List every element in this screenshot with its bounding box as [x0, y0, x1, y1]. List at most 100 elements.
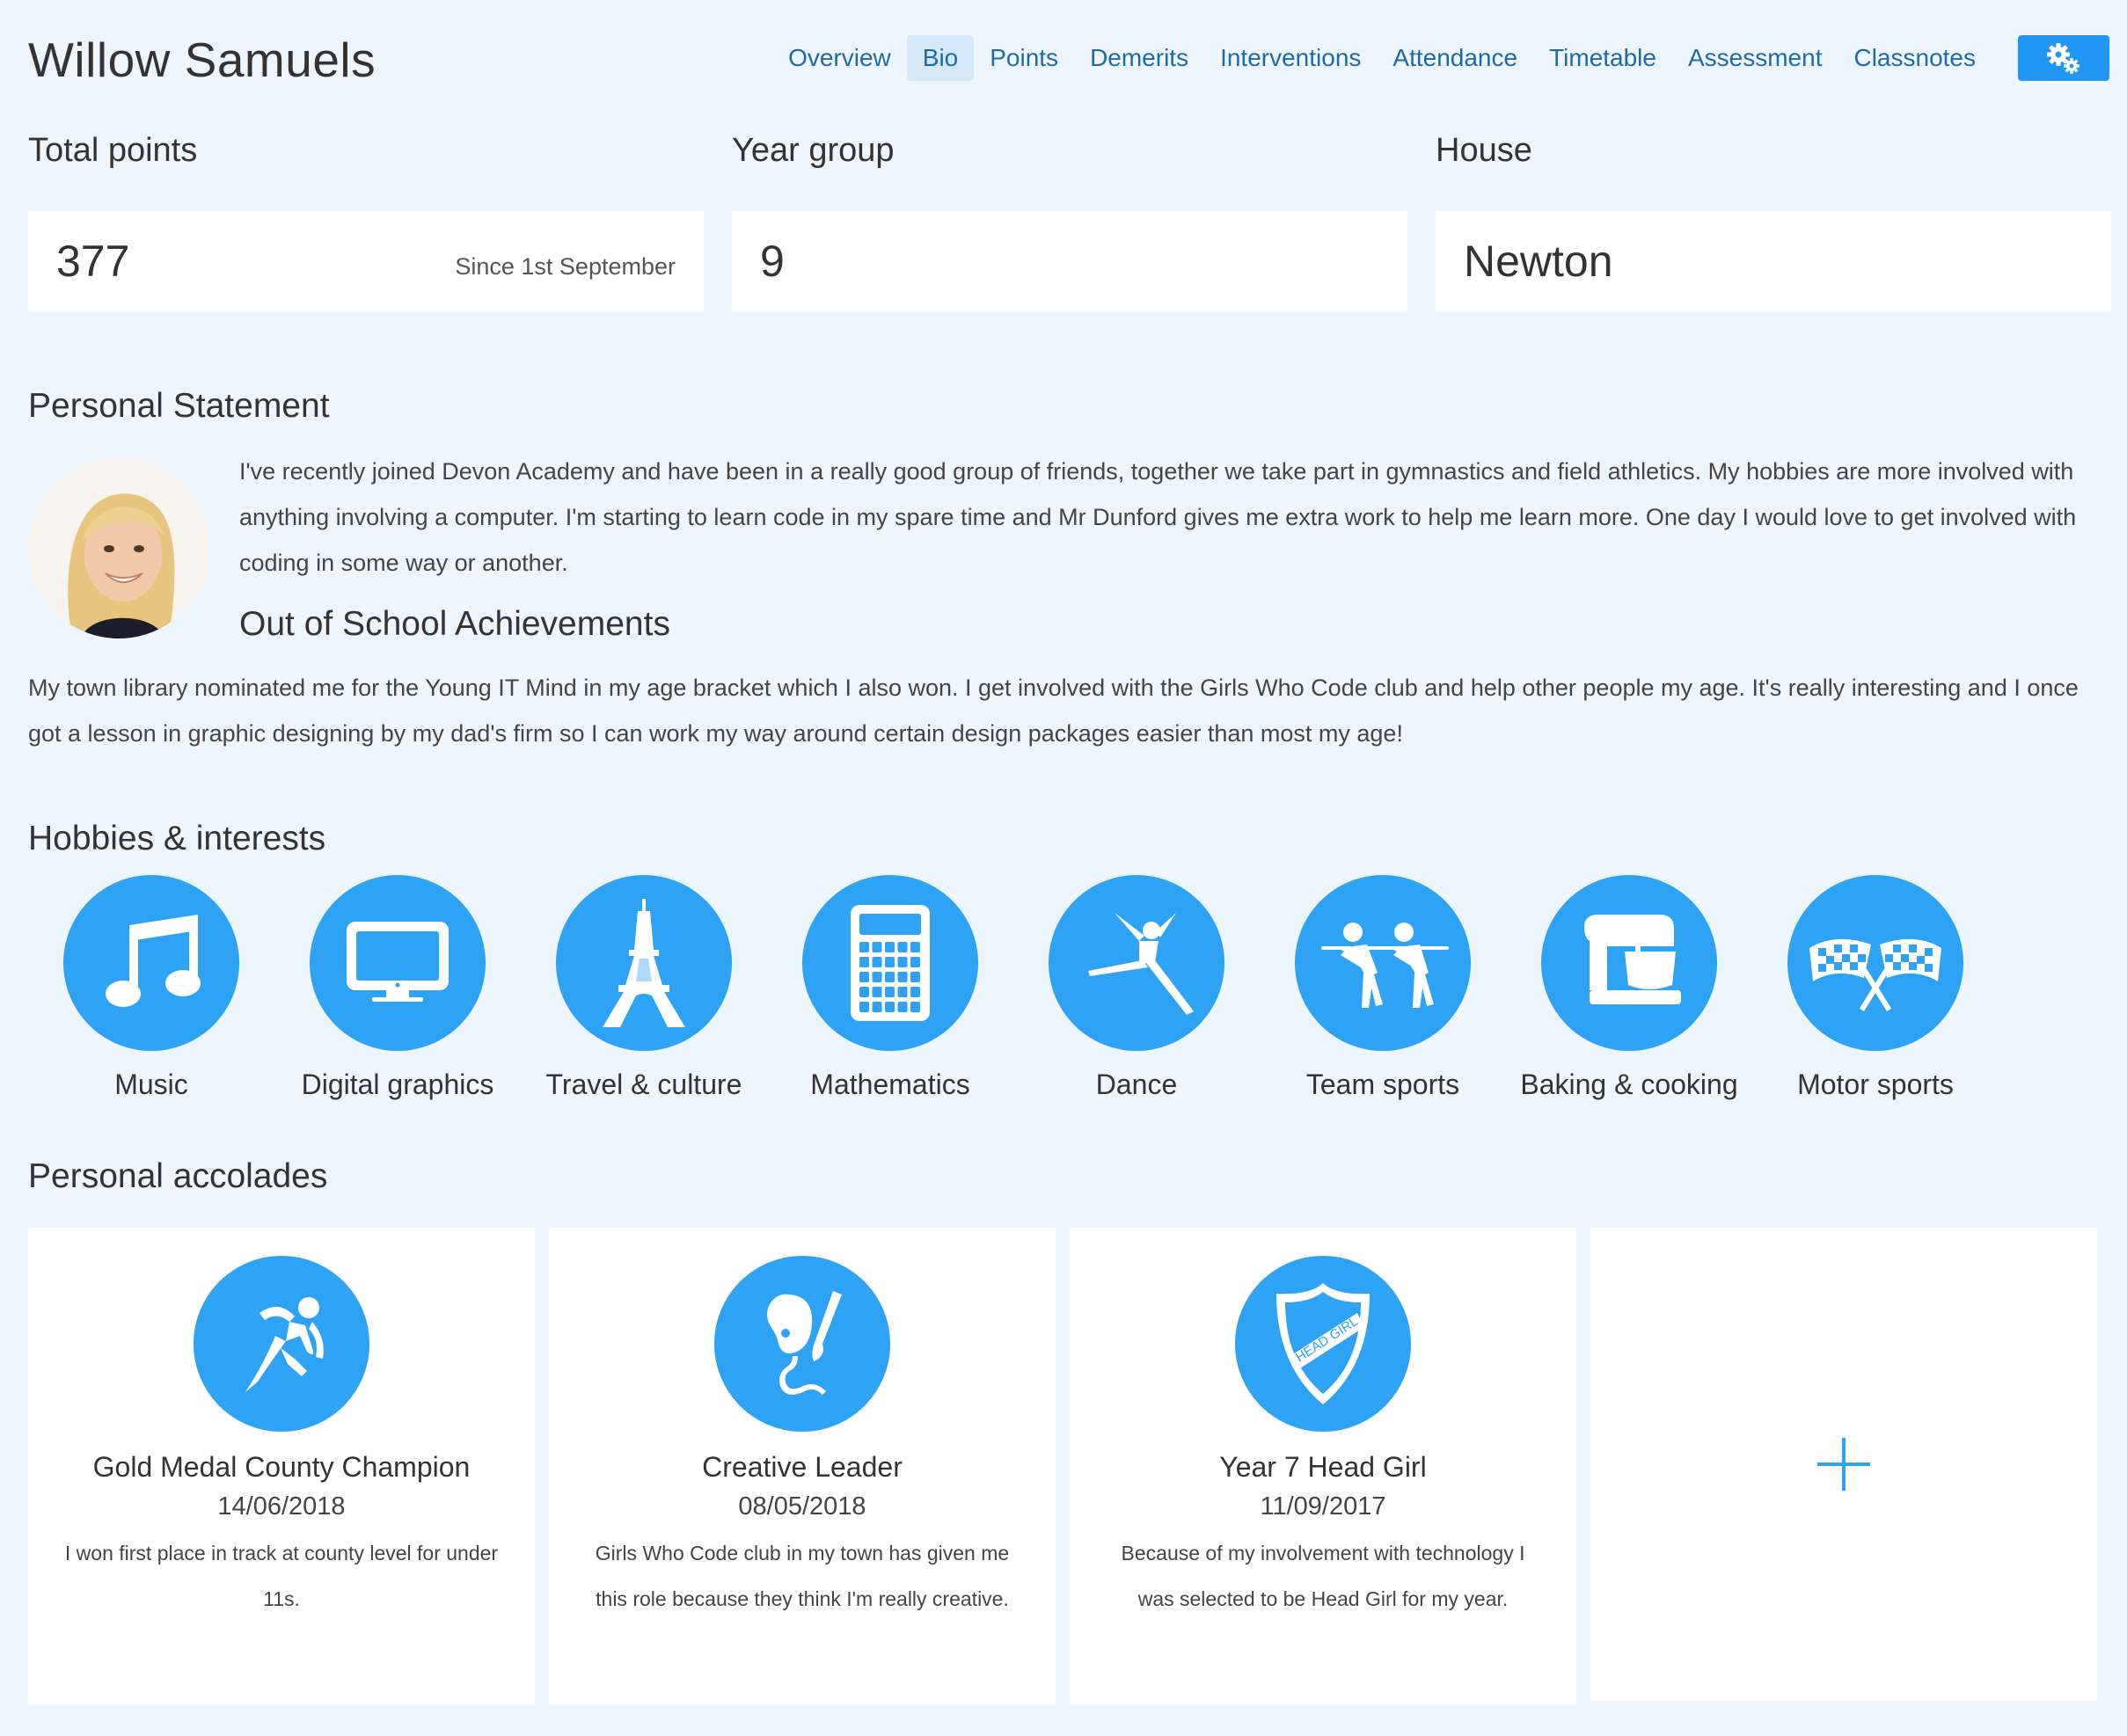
monitor-icon: [347, 922, 449, 1002]
hobby-travel-culture[interactable]: Travel & culture: [521, 875, 767, 1101]
accolade-description: I won first place in track at county lev…: [64, 1542, 499, 1610]
tab-classnotes[interactable]: Classnotes: [1838, 35, 1992, 81]
calculator-key: [885, 972, 895, 982]
hobby-label: Baking & cooking: [1520, 1069, 1738, 1100]
calculator-key: [885, 957, 895, 967]
accolade-date: 11/09/2017: [1260, 1492, 1386, 1521]
calculator-key: [910, 987, 920, 997]
personal-statement-text: I've recently joined Devon Academy and h…: [239, 458, 2077, 576]
year-group-box: 9: [732, 211, 1407, 311]
hobbies-title: Hobbies & interests: [28, 820, 326, 857]
runner-icon: [245, 1297, 324, 1392]
house-value: Newton: [1464, 237, 1613, 286]
hobby-dance[interactable]: Dance: [1013, 875, 1260, 1101]
tab-timetable[interactable]: Timetable: [1533, 35, 1672, 81]
accolade-card[interactable]: Creative Leader 08/05/2018 Girls Who Cod…: [549, 1228, 1056, 1704]
hobby-travel-culture-circle: [556, 875, 732, 1051]
hobby-label: Mathematics: [810, 1069, 970, 1100]
calculator-key: [897, 1002, 908, 1012]
tug-of-war-icon: [1321, 923, 1449, 1008]
hobby-motor-sports-circle: [1787, 875, 1963, 1051]
calculator-key: [910, 1002, 920, 1012]
personal-statement-title: Personal Statement: [28, 387, 330, 425]
head-girl-shield-icon: HEAD GIRL: [1276, 1283, 1370, 1404]
stand-mixer-icon: [1584, 915, 1681, 1004]
hobby-mathematics[interactable]: Mathematics: [767, 875, 1013, 1101]
hobby-label: Team sports: [1305, 1069, 1460, 1100]
accolade-title: Creative Leader: [702, 1451, 903, 1483]
hobby-music[interactable]: Music: [28, 875, 274, 1101]
plus-icon: [1817, 1438, 1870, 1491]
hobby-baking-cooking[interactable]: Baking & cooking: [1506, 875, 1752, 1101]
hobby-baking-cooking-circle: [1541, 875, 1717, 1051]
house-label: House: [1436, 132, 1532, 169]
house-box: Newton: [1436, 211, 2111, 311]
total-points-value: 377: [56, 237, 130, 286]
calculator-key: [859, 957, 869, 967]
calculator-key: [872, 972, 882, 982]
eiffel-tower-icon: [603, 899, 685, 1027]
calculator-key: [897, 942, 908, 952]
palette-brush-icon: [767, 1291, 842, 1395]
tab-interventions[interactable]: Interventions: [1204, 35, 1377, 81]
achievements-text: My town library nominated me for the You…: [28, 675, 2079, 747]
calculator-key: [897, 987, 908, 997]
settings-button[interactable]: [2018, 35, 2109, 81]
tab-assessment[interactable]: Assessment: [1672, 35, 1838, 81]
calculator-key: [872, 987, 882, 997]
accolade-card[interactable]: HEAD GIRL Year 7 Head Girl 11/09/2017 Be…: [1070, 1228, 1576, 1704]
calculator-key: [859, 987, 869, 997]
accolade-description: Because of my involvement with technolog…: [1121, 1542, 1525, 1610]
hobby-team-sports[interactable]: Team sports: [1260, 875, 1506, 1101]
calculator-key: [859, 972, 869, 982]
year-group-label: Year group: [732, 132, 895, 169]
hobby-label: Digital graphics: [301, 1069, 494, 1100]
music-note-icon: [106, 915, 201, 1007]
accolade-title: Year 7 Head Girl: [1219, 1451, 1427, 1483]
hobby-label: Motor sports: [1797, 1069, 1954, 1100]
avatar: [28, 457, 209, 638]
gears-icon: [2047, 43, 2079, 74]
calculator-key: [910, 957, 920, 967]
calculator-key: [897, 957, 908, 967]
accolade-title: Gold Medal County Champion: [92, 1451, 471, 1483]
student-name: Willow Samuels: [28, 33, 376, 87]
profile-nav: Overview Bio Points Demerits Interventio…: [772, 35, 2109, 81]
calculator-key: [872, 957, 882, 967]
tab-demerits[interactable]: Demerits: [1074, 35, 1204, 81]
calculator-key: [872, 942, 882, 952]
calculator-key: [910, 972, 920, 982]
total-points-box: 377 Since 1st September: [28, 211, 704, 311]
calculator-key: [885, 987, 895, 997]
hobby-motor-sports[interactable]: Motor sports: [1752, 875, 1999, 1101]
student-profile-page: Willow Samuels Overview Bio Points Demer…: [0, 0, 2127, 1736]
add-accolade-button[interactable]: [1590, 1228, 2097, 1701]
hobby-music-circle: [63, 875, 239, 1051]
tab-points[interactable]: Points: [974, 35, 1074, 81]
accolade-date: 08/05/2018: [738, 1492, 866, 1521]
calculator-key: [885, 942, 895, 952]
tab-attendance[interactable]: Attendance: [1377, 35, 1533, 81]
hobby-digital-graphics[interactable]: Digital graphics: [274, 875, 521, 1101]
accolade-icon-circle: [714, 1256, 890, 1432]
total-points-note: Since 1st September: [455, 252, 676, 280]
achievements-title: Out of School Achievements: [239, 605, 670, 643]
tab-overview[interactable]: Overview: [772, 35, 907, 81]
calculator-icon: [851, 905, 930, 1021]
calculator-key: [859, 942, 869, 952]
calculator-key: [872, 1002, 882, 1012]
hobby-team-sports-circle: [1295, 875, 1471, 1051]
year-group-value: 9: [760, 237, 785, 286]
hobby-dance-circle: [1049, 875, 1224, 1051]
dancer-icon: [1088, 913, 1194, 1015]
accolade-icon-circle: HEAD GIRL: [1235, 1256, 1411, 1432]
tab-bio[interactable]: Bio: [906, 35, 975, 81]
calculator-key: [910, 942, 920, 952]
total-points-label: Total points: [28, 132, 198, 169]
accolade-description: Girls Who Code club in my town has given…: [595, 1542, 1010, 1610]
hobby-mathematics-circle: [802, 875, 978, 1051]
accolade-icon-circle: [194, 1256, 369, 1432]
accolade-card[interactable]: Gold Medal County Champion 14/06/2018 I …: [28, 1228, 535, 1704]
calculator-key: [897, 972, 908, 982]
accolade-date: 14/06/2018: [217, 1492, 346, 1521]
